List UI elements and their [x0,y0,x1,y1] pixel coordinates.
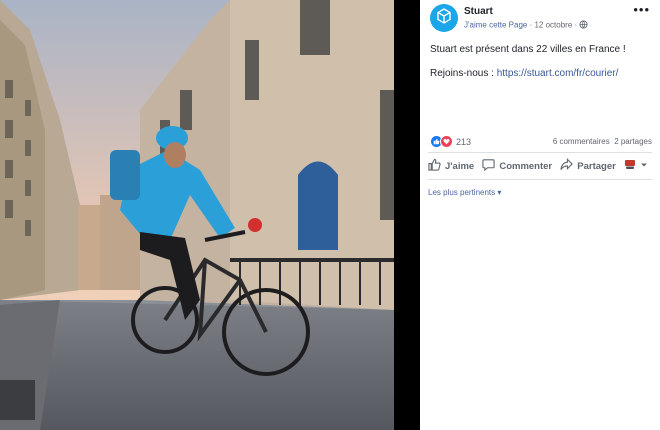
engagement-stats: 6 commentaires 2 partages [553,137,652,146]
comment-label: Commenter [499,160,553,172]
post-photo[interactable] [0,0,394,430]
post-link-line: Rejoins-nous : https://stuart.com/fr/cou… [430,68,618,79]
page-name-link[interactable]: Stuart [464,6,493,17]
thumbs-up-icon [428,158,445,174]
shares-count-link[interactable]: 2 partages [614,137,652,146]
post-actions-bar: J'aime Commenter Partager [428,155,652,177]
meta-separator: · [529,20,533,30]
share-label: Partager [577,160,616,172]
love-reaction-icon [440,135,453,148]
divider-bottom [428,179,652,180]
caret-down-icon [640,161,652,172]
globe-icon [579,20,588,31]
page-avatar[interactable] [430,4,458,32]
like-button[interactable]: J'aime [428,158,474,174]
like-page-link[interactable]: J'aime cette Page [464,21,527,30]
share-button[interactable]: Partager [560,158,616,174]
share-icon [560,158,577,174]
lightbox-divider [394,0,420,430]
post-date-link[interactable]: 12 octobre [534,21,572,30]
link-prefix: Rejoins-nous : [430,68,497,79]
comments-sort-dropdown[interactable]: Les plus pertinents ▾ [428,188,501,197]
post-text: Stuart est présent dans 22 villes en Fra… [430,44,626,55]
stuart-logo-icon [436,7,452,29]
like-label: J'aime [445,160,475,172]
post-meta: J'aime cette Page · 12 octobre · [464,20,588,31]
audience-icon [624,159,640,173]
divider-top [428,152,652,153]
post-options-button[interactable]: ••• [633,2,650,17]
comment-button[interactable]: Commenter [482,158,552,174]
reactions-summary[interactable]: 213 [430,135,471,148]
comment-icon [482,158,499,174]
post-side-panel: Stuart J'aime cette Page · 12 octobre · … [420,0,660,430]
cyclist-photo-illustration [0,0,394,430]
comments-count-link[interactable]: 6 commentaires [553,137,610,146]
reaction-count: 213 [456,136,472,147]
meta-separator-2: · [574,20,578,30]
audience-selector[interactable] [624,159,652,173]
post-url-link[interactable]: https://stuart.com/fr/courier/ [497,68,619,79]
